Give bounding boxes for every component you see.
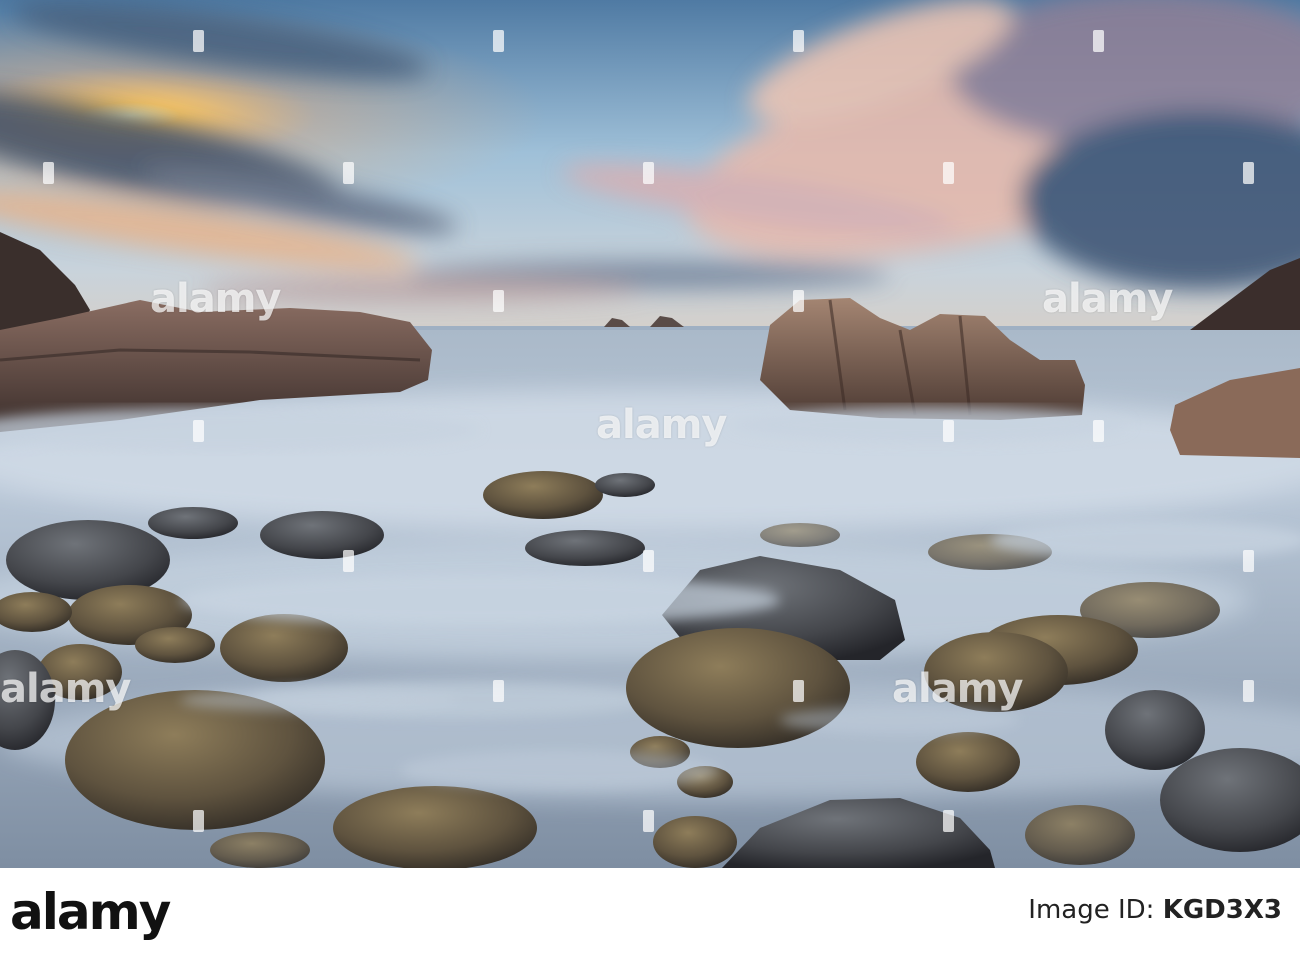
watermark-mark [943, 420, 954, 442]
watermark-mark [343, 162, 354, 184]
footer-bar: alamy Image ID: KGD3X3 [0, 868, 1300, 956]
watermark-mark [43, 162, 54, 184]
watermark-mark [943, 810, 954, 832]
watermark-mark [643, 810, 654, 832]
watermark-mark [643, 550, 654, 572]
watermark-mark [1093, 30, 1104, 52]
watermark-mark [793, 290, 804, 312]
watermark-mark [493, 680, 504, 702]
watermark-mark [343, 550, 354, 572]
watermark-mark [493, 290, 504, 312]
image-id-label: Image ID: [1028, 895, 1163, 925]
watermark-mark [793, 680, 804, 702]
image-id: Image ID: KGD3X3 [1028, 894, 1282, 926]
watermark-mark [1243, 680, 1254, 702]
watermark-mark [1243, 162, 1254, 184]
image-id-value: KGD3X3 [1162, 895, 1282, 925]
watermark-mark [193, 420, 204, 442]
watermark-mark [793, 30, 804, 52]
watermark-mark [943, 162, 954, 184]
watermark-mark [493, 30, 504, 52]
watermark-mark [1243, 550, 1254, 572]
watermark-mark [1093, 420, 1104, 442]
watermark-mark [193, 810, 204, 832]
watermark-mark [643, 162, 654, 184]
alamy-logo: alamy [10, 883, 171, 941]
watermark-mark [193, 30, 204, 52]
stock-photo: alamy alamy alamy alamy alamy [0, 0, 1300, 868]
